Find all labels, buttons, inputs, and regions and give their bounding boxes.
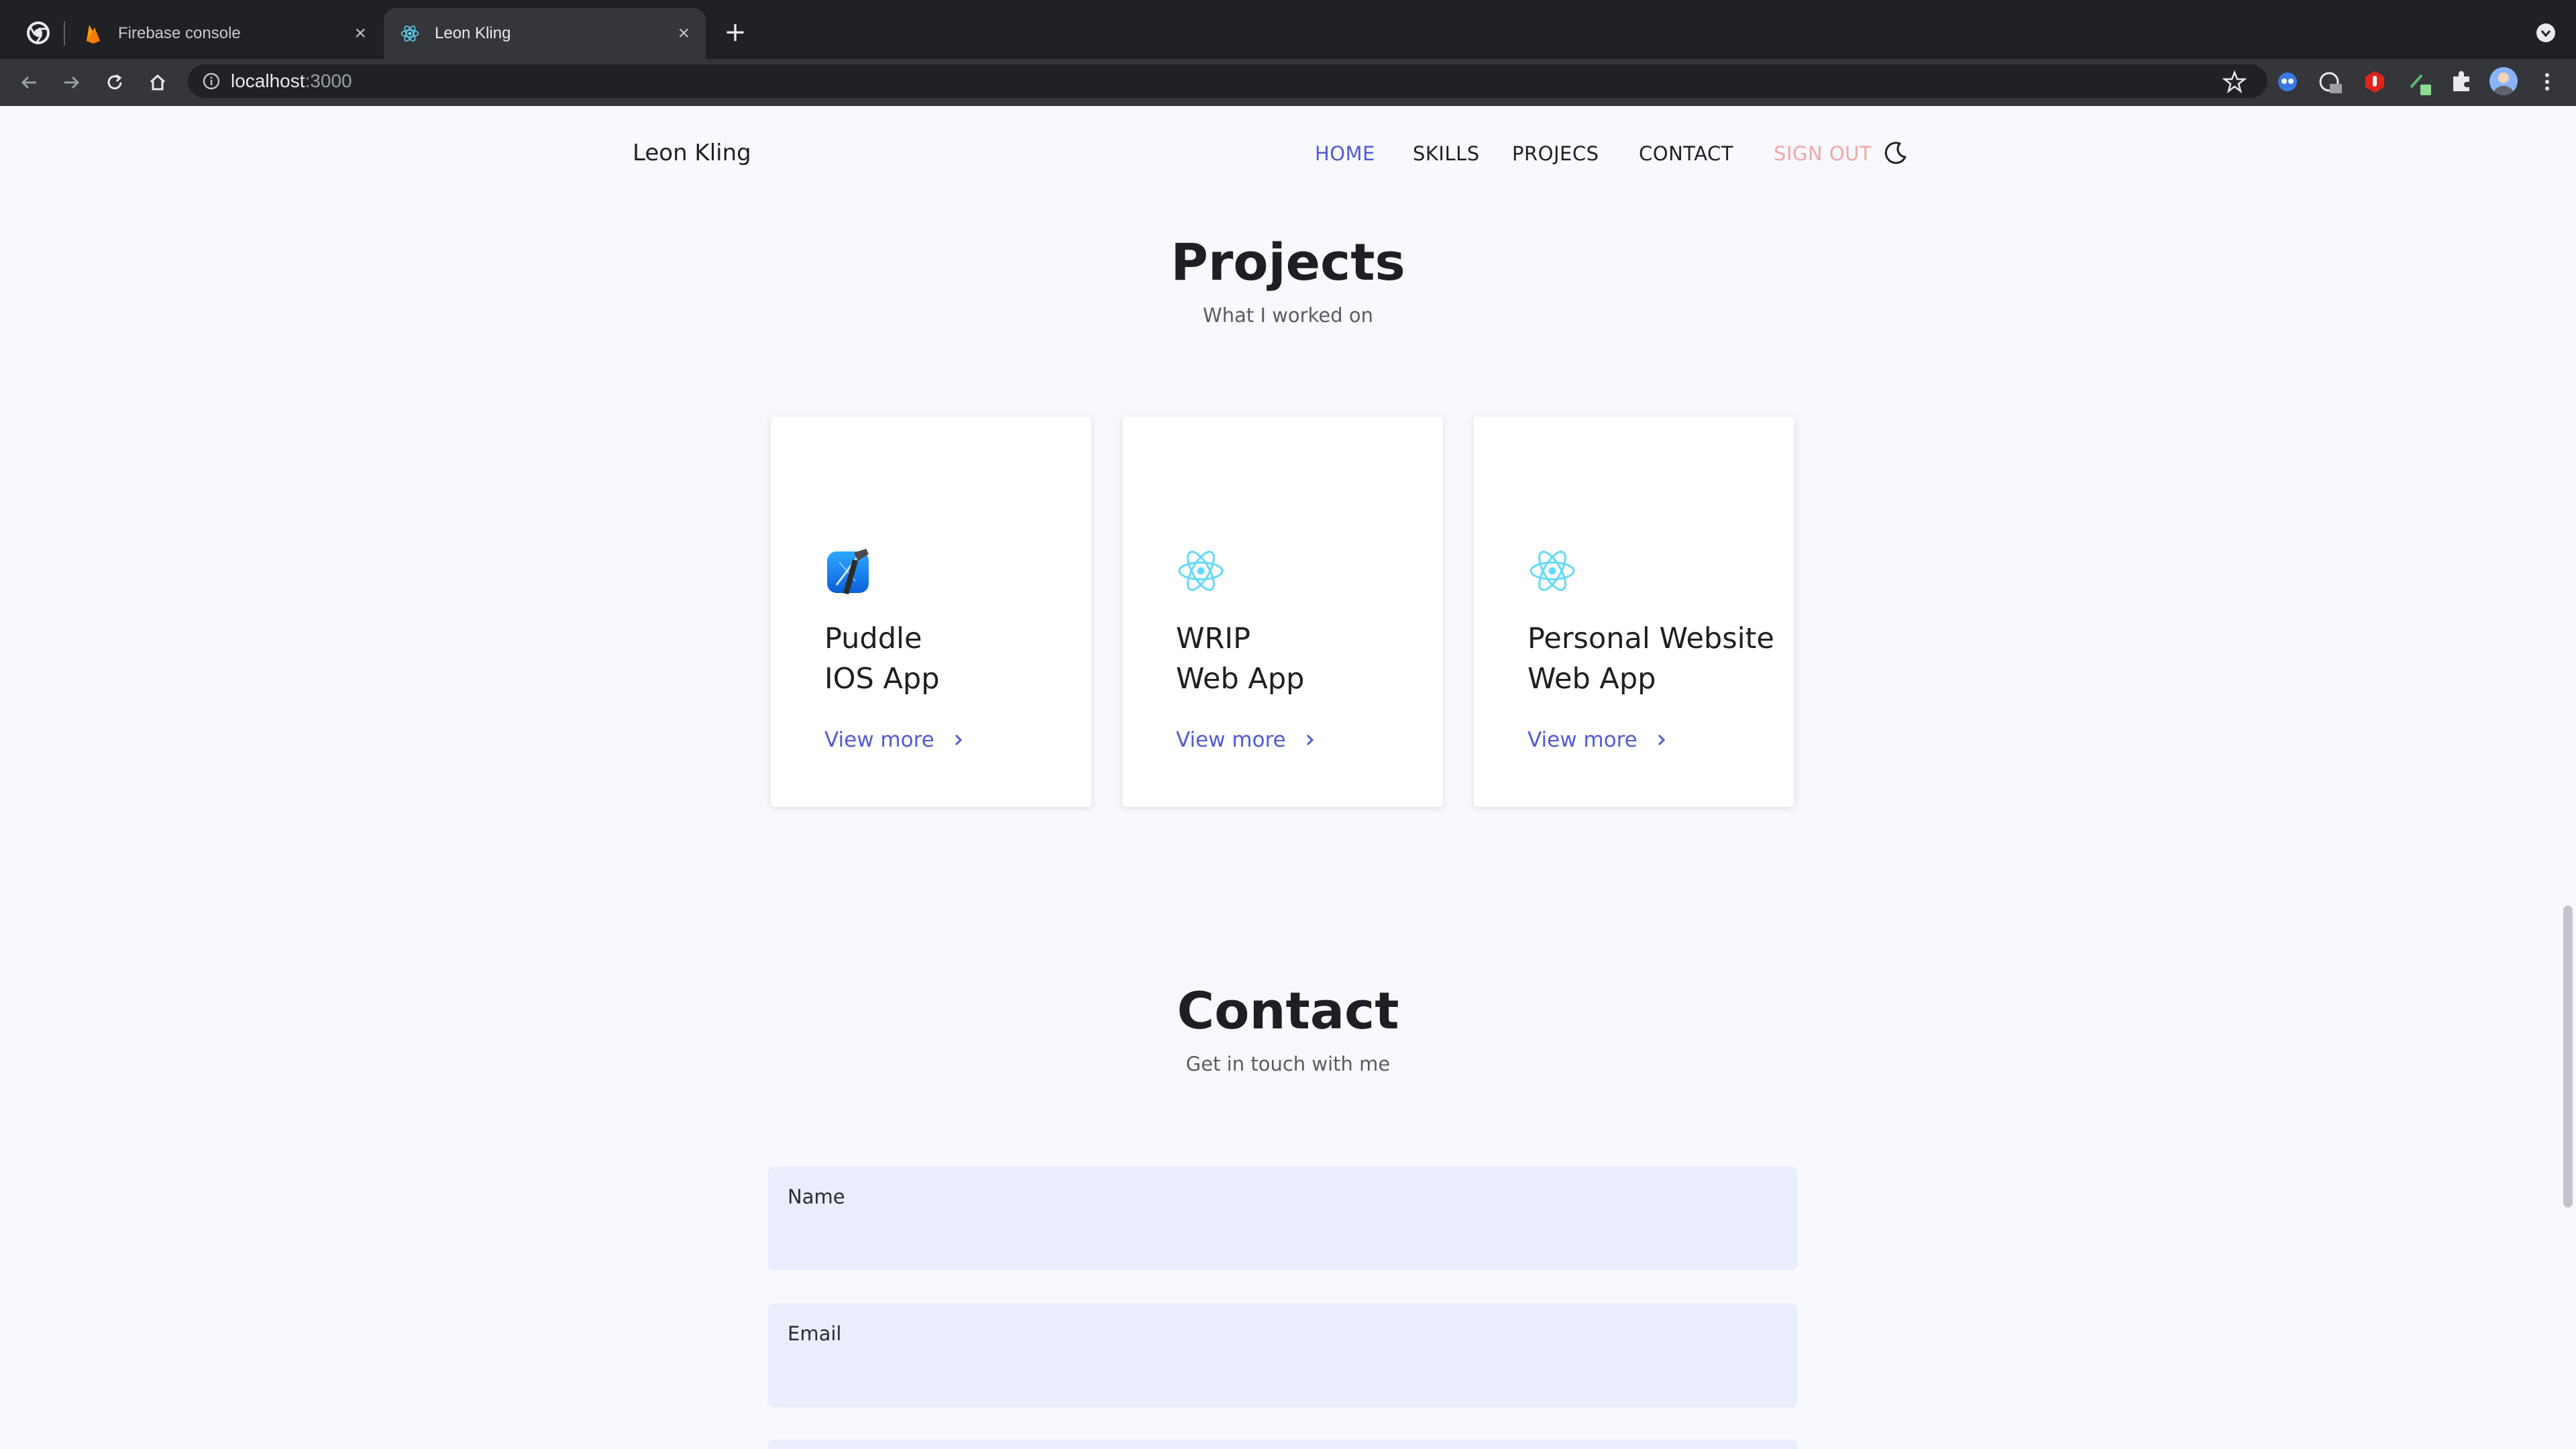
site-brand[interactable]: Leon Kling bbox=[633, 140, 751, 166]
firebase-icon bbox=[83, 23, 103, 44]
name-field[interactable]: Name bbox=[767, 1167, 1798, 1271]
tab-firebase-console[interactable]: Firebase console × bbox=[67, 8, 382, 59]
contact-title: Contact bbox=[1177, 981, 1399, 1040]
project-card[interactable]: Personal Website Web App View more bbox=[1474, 417, 1794, 807]
message-field[interactable] bbox=[767, 1440, 1798, 1449]
extension-icon[interactable] bbox=[2276, 70, 2299, 93]
react-icon bbox=[1176, 546, 1226, 596]
chevron-right-icon bbox=[953, 733, 964, 747]
react-icon bbox=[400, 23, 420, 44]
reload-icon[interactable] bbox=[99, 67, 130, 98]
project-subtitle: IOS App bbox=[824, 662, 940, 696]
scrollbar-thumb[interactable] bbox=[2563, 906, 2573, 1208]
view-more-label: View more bbox=[1527, 728, 1638, 752]
extension-icon[interactable] bbox=[2407, 70, 2434, 97]
nav-home[interactable]: HOME bbox=[1315, 142, 1375, 165]
email-field-label: Email bbox=[788, 1322, 842, 1345]
tab-title: Firebase console bbox=[118, 24, 241, 42]
projects-subtitle: What I worked on bbox=[1203, 304, 1373, 327]
new-tab-icon[interactable]: + bbox=[722, 19, 749, 46]
xcode-icon bbox=[824, 546, 874, 596]
back-icon[interactable] bbox=[13, 67, 44, 98]
moon-icon[interactable] bbox=[1882, 140, 1909, 166]
extension-icon[interactable] bbox=[2318, 70, 2345, 97]
nav-skills[interactable]: SKILLS bbox=[1413, 142, 1480, 165]
react-icon bbox=[1527, 546, 1577, 596]
contact-subtitle: Get in touch with me bbox=[1185, 1053, 1391, 1075]
tab-title: Leon Kling bbox=[435, 24, 511, 42]
tab-close-icon[interactable]: × bbox=[354, 23, 366, 44]
address-bar[interactable]: localhost:3000 bbox=[188, 64, 2267, 98]
nav-projects[interactable]: PROJECS bbox=[1512, 142, 1599, 165]
site-info-icon[interactable] bbox=[203, 72, 220, 90]
nav-contact[interactable]: CONTACT bbox=[1639, 142, 1733, 165]
view-more-label: View more bbox=[824, 728, 934, 752]
view-more-label: View more bbox=[1176, 728, 1286, 752]
project-subtitle: Web App bbox=[1527, 662, 1656, 696]
name-field-label: Name bbox=[788, 1185, 845, 1208]
project-card[interactable]: Puddle IOS App View more bbox=[771, 417, 1091, 807]
view-more-link[interactable]: View more bbox=[824, 728, 964, 752]
projects-title: Projects bbox=[1171, 232, 1405, 292]
tab-search-icon[interactable] bbox=[2534, 21, 2557, 44]
chrome-icon[interactable] bbox=[25, 20, 51, 46]
nav-sign-out[interactable]: SIGN OUT bbox=[1774, 142, 1872, 165]
tab-leon-kling[interactable]: Leon Kling × bbox=[384, 8, 706, 59]
project-title: WRIP bbox=[1176, 622, 1251, 655]
view-more-link[interactable]: View more bbox=[1527, 728, 1667, 752]
chevron-right-icon bbox=[1305, 733, 1316, 747]
project-title: Puddle bbox=[824, 622, 922, 655]
tab-divider bbox=[64, 21, 65, 46]
tab-close-icon[interactable]: × bbox=[678, 23, 690, 44]
forward-icon[interactable] bbox=[56, 67, 87, 98]
chrome-menu-icon[interactable] bbox=[2537, 70, 2557, 94]
chevron-right-icon bbox=[1656, 733, 1667, 747]
project-card[interactable]: WRIP Web App View more bbox=[1122, 417, 1443, 807]
bookmark-star-icon[interactable] bbox=[2222, 70, 2247, 94]
email-field[interactable]: Email bbox=[767, 1303, 1798, 1407]
url-text: localhost:3000 bbox=[231, 70, 352, 91]
project-title: Personal Website bbox=[1527, 622, 1774, 655]
profile-avatar[interactable] bbox=[2489, 67, 2518, 95]
view-more-link[interactable]: View more bbox=[1176, 728, 1316, 752]
project-subtitle: Web App bbox=[1176, 662, 1305, 696]
home-icon[interactable] bbox=[142, 67, 173, 98]
extensions-puzzle-icon[interactable] bbox=[2449, 70, 2473, 94]
extension-icon[interactable] bbox=[2363, 70, 2386, 94]
